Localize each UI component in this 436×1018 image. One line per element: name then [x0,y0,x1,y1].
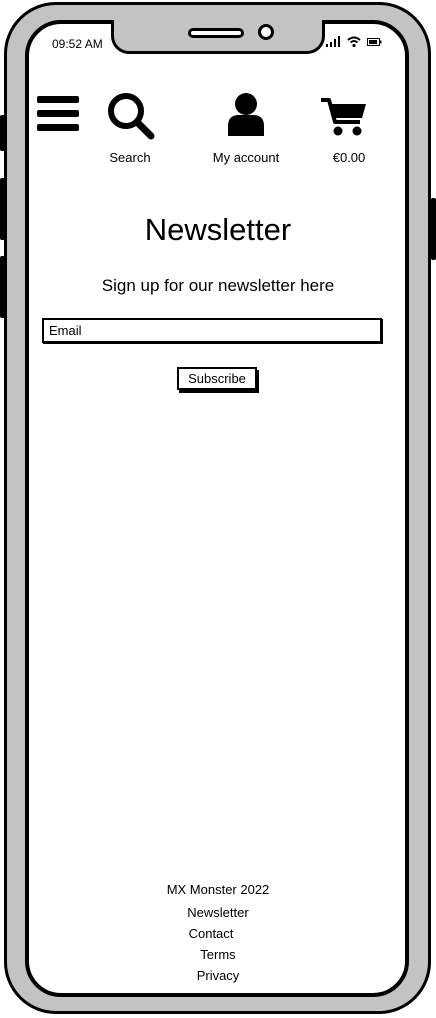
footer-link-privacy[interactable]: Privacy [0,968,436,983]
search-label: Search [109,150,151,165]
cart-total: €0.00 [332,150,366,165]
email-input[interactable] [42,318,382,343]
page-title: Newsletter [144,212,292,247]
camera [258,24,274,40]
battery-icon [367,38,382,46]
search-button[interactable]: Search [99,90,161,168]
signal-icon [326,36,340,47]
page-subtitle: Sign up for our newsletter here [101,276,335,295]
my-account-button[interactable]: My account [206,90,286,168]
cart-button[interactable]: €0.00 [318,94,380,168]
hamburger-icon [37,96,79,131]
user-icon [228,93,264,136]
subscribe-button[interactable]: Subscribe [177,367,257,390]
my-account-label: My account [212,150,280,165]
cart-icon [321,98,366,136]
footer-link-terms[interactable]: Terms [0,947,436,962]
wifi-icon [347,36,361,47]
phone-side-button [0,115,5,151]
footer-copyright: MX Monster 2022 [166,882,270,897]
status-time: 09:52 AM [52,37,103,51]
search-icon [108,93,155,140]
hamburger-menu-button[interactable] [37,96,79,132]
status-icons [326,36,382,47]
speaker [188,28,244,38]
footer-link-newsletter[interactable]: Newsletter [0,905,436,920]
footer-link-contact[interactable]: Contact [0,926,429,941]
